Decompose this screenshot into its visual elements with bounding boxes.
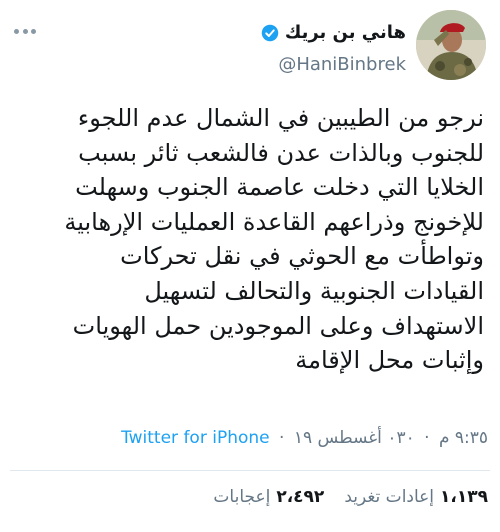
- tweet-text-line: الاستهداف وعلى الموجودين حمل الهويات: [72, 311, 484, 340]
- tweet-text-line: للإخونج وذراعهم القاعدة العمليات الإرهاب…: [64, 207, 484, 236]
- retweets-stat[interactable]: ١،١٣٩إعادات تغريد: [344, 487, 488, 507]
- tweet-text-line: وإثبات محل الإقامة: [295, 346, 484, 375]
- avatar[interactable]: [416, 10, 486, 80]
- verified-badge-icon: [261, 24, 279, 41]
- display-name[interactable]: هاني بن بريك: [285, 22, 406, 43]
- avatar-image: [416, 10, 486, 80]
- dot: [14, 28, 19, 34]
- dot: [31, 28, 36, 34]
- tweet-date: ٠٣٠ أغسطس ١٩: [293, 428, 415, 448]
- tweet-text-line: الخلايا التي دخلت عاصمة الجنوب وسهلت: [75, 173, 484, 202]
- client-link[interactable]: Twitter for iPhone: [121, 428, 270, 448]
- dot: [22, 28, 28, 34]
- tweet-text-line: نرجو من الطيبين في الشمال عدم اللجوء: [77, 104, 484, 132]
- tweet-meta: ٩:٣٥ م · ٠٣٠ أغسطس ١٩ · Twitter for iPho…: [0, 428, 488, 448]
- tweet-text-line: القيادات الجنوبية والتحالف لتسهيل: [144, 276, 484, 305]
- tweet-stats: ١،١٣٩إعادات تغريد ٢،٤٩٢إعجابات: [213, 487, 488, 507]
- tweet-text-line: للجنوب وبالذات عدن فالشعب ثائر بسبب: [78, 138, 484, 167]
- meta-separator: ·: [279, 428, 285, 448]
- author-name-row[interactable]: هاني بن بريك: [261, 22, 406, 43]
- tweet-text-line: وتواطأت مع الحوثي في نقل تحركات: [120, 242, 484, 271]
- meta-separator: ·: [424, 428, 430, 448]
- tweet-time: ٩:٣٥ م: [438, 428, 488, 448]
- tweet-card: هاني بن بريك @HaniBinbrek نرجو من الطيبي…: [0, 0, 500, 532]
- user-handle[interactable]: @HaniBinbrek: [278, 54, 406, 75]
- retweets-count: ١،١٣٩: [440, 487, 488, 507]
- retweets-label: إعادات تغريد: [344, 487, 435, 507]
- likes-label: إعجابات: [213, 487, 271, 507]
- tweet-text: نرجو من الطيبين في الشمال عدم اللجوء للج…: [10, 101, 484, 378]
- likes-count: ٢،٤٩٢: [276, 487, 325, 507]
- more-dots-icon[interactable]: [14, 24, 36, 38]
- likes-stat[interactable]: ٢،٤٩٢إعجابات: [213, 487, 324, 507]
- divider: [10, 470, 490, 471]
